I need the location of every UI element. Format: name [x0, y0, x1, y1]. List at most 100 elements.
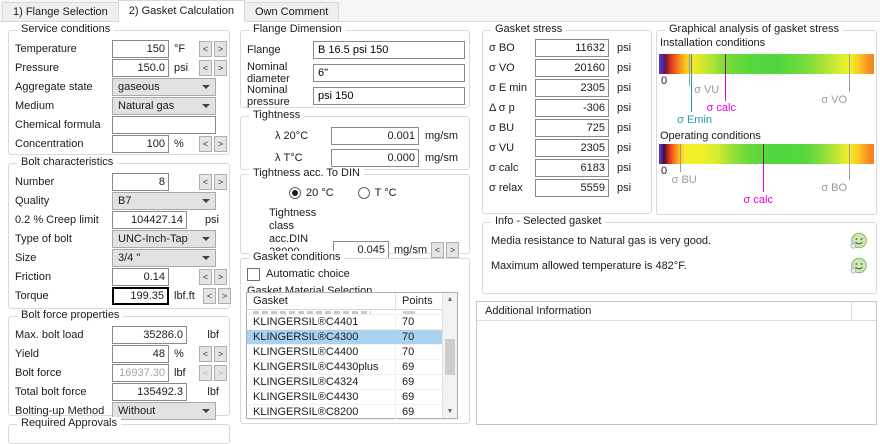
- yield-row: Yield % <>: [15, 344, 227, 363]
- operating-gradient-bar: [659, 144, 874, 164]
- spin-decrement-button[interactable]: <: [199, 173, 212, 190]
- partially-scrolled-row[interactable]: [247, 310, 457, 315]
- yield-input[interactable]: [112, 344, 169, 363]
- gasket-stress-title: Gasket stress: [491, 23, 567, 35]
- tab-flange-selection[interactable]: 1) Flange Selection: [2, 2, 119, 21]
- sigma-emin-input[interactable]: [535, 79, 609, 97]
- bolt-characteristics-group: Bolt characteristics Number <> Quality B…: [8, 156, 231, 309]
- sigma-relax-input[interactable]: [535, 179, 609, 197]
- type-of-bolt-select[interactable]: UNC-Inch-Tap: [112, 229, 216, 248]
- table-row[interactable]: KLINGERSIL®C4324 69: [247, 375, 457, 390]
- friction-input[interactable]: [112, 267, 169, 286]
- spin-decrement-button[interactable]: <: [199, 59, 212, 76]
- table-row[interactable]: KLINGERSIL®C4430 69: [247, 390, 457, 405]
- sigma-vu-input[interactable]: [535, 139, 609, 157]
- spin-increment-button[interactable]: >: [218, 287, 231, 304]
- pressure-stepper: < >: [199, 59, 227, 76]
- spin-decrement-button[interactable]: <: [199, 345, 212, 362]
- spin-increment-button[interactable]: >: [214, 345, 227, 362]
- temperature-input[interactable]: [112, 39, 169, 58]
- spin-increment-button[interactable]: >: [214, 59, 227, 76]
- graphical-analysis-title: Graphical analysis of gasket stress: [665, 23, 843, 35]
- zero-label: 0: [661, 75, 668, 87]
- spin-increment-button[interactable]: >: [446, 242, 459, 258]
- table-row[interactable]: KLINGERSIL®C4430plus 69: [247, 360, 457, 375]
- table-row-selected[interactable]: KLINGERSIL®C4300 70: [247, 330, 457, 345]
- chemical-formula-input[interactable]: [112, 115, 216, 134]
- quality-select[interactable]: B7: [112, 191, 216, 210]
- tightness-class-unit: mg/sm: [394, 244, 427, 256]
- scroll-down-icon[interactable]: ▼: [443, 405, 457, 418]
- aggregate-state-select[interactable]: gaseous: [112, 77, 216, 96]
- sigma-bo-input[interactable]: [535, 39, 609, 57]
- nominal-diameter-input[interactable]: [313, 64, 465, 82]
- smiley-thumbs-up-icon: [849, 257, 868, 283]
- table-row[interactable]: KLINGERSIL®C4400 70: [247, 345, 457, 360]
- sigma-calc-row: σ calc psi: [489, 159, 645, 177]
- sigma-vo-input[interactable]: [535, 59, 609, 77]
- table-row[interactable]: KLINGERSIL®C8200 69: [247, 405, 457, 420]
- spin-decrement-button[interactable]: <: [431, 242, 444, 258]
- creep-limit-unit: psi: [204, 213, 219, 226]
- radio-20c-label: 20 °C: [306, 187, 334, 199]
- creep-limit-label: 0.2 % Creep limit: [15, 213, 99, 226]
- spin-decrement-button[interactable]: <: [199, 268, 212, 285]
- creep-limit-row: 0.2 % Creep limit psi: [15, 210, 223, 229]
- lambda-t-input[interactable]: [331, 149, 419, 167]
- lambda-20-input[interactable]: [331, 127, 419, 145]
- bolting-up-method-select[interactable]: Without: [112, 401, 216, 420]
- scrollbar-thumb[interactable]: [445, 339, 455, 375]
- type-of-bolt-value: UNC-Inch-Tap: [118, 232, 188, 245]
- additional-information-header[interactable]: Additional Information: [477, 302, 876, 321]
- sigma-bu-input[interactable]: [535, 119, 609, 137]
- info-selected-gasket-group: Info - Selected gasket Media resistance …: [482, 215, 877, 294]
- temperature-row: Temperature °F <>: [15, 39, 227, 58]
- checkbox-unchecked-icon[interactable]: [247, 267, 260, 281]
- nominal-pressure-input[interactable]: [313, 87, 465, 105]
- spin-decrement-button[interactable]: <: [199, 135, 212, 152]
- smiley-thumbs-up-icon: [849, 232, 868, 258]
- spin-decrement-button[interactable]: <: [199, 40, 212, 57]
- size-select[interactable]: 3/4 ": [112, 248, 216, 267]
- table-row[interactable]: KLINGERSIL®C4401 70: [247, 315, 457, 330]
- medium-select[interactable]: Natural gas: [112, 96, 216, 115]
- max-bolt-load-input[interactable]: [112, 325, 187, 344]
- sigma-calc-input[interactable]: [535, 159, 609, 177]
- spin-increment-button[interactable]: >: [214, 173, 227, 190]
- radio-20c[interactable]: 20 °C: [289, 187, 334, 199]
- max-bolt-load-row: Max. bolt load lbf: [15, 325, 223, 344]
- chevron-down-icon: [202, 236, 210, 241]
- pressure-input[interactable]: [112, 58, 169, 77]
- creep-limit-input[interactable]: [112, 210, 187, 229]
- table-scrollbar[interactable]: ▲ ▼: [442, 293, 457, 418]
- nominal-diameter-row: Nominal diameter: [247, 61, 465, 85]
- chevron-down-icon: [202, 84, 210, 89]
- gasket-column-header[interactable]: Gasket: [247, 293, 396, 309]
- tab-gasket-calculation[interactable]: 2) Gasket Calculation: [117, 0, 245, 22]
- tab-own-comment[interactable]: Own Comment: [243, 2, 340, 21]
- scroll-up-icon[interactable]: ▲: [443, 293, 457, 306]
- torque-input[interactable]: [112, 286, 169, 305]
- spin-increment-button[interactable]: >: [214, 135, 227, 152]
- nominal-pressure-label: Nominal pressure: [247, 84, 290, 108]
- spin-decrement-button[interactable]: <: [203, 287, 216, 304]
- flange-input[interactable]: [313, 41, 465, 59]
- concentration-input[interactable]: [112, 134, 169, 153]
- installation-conditions-label: Installation conditions: [660, 37, 766, 49]
- delta-sigma-p-input[interactable]: [535, 99, 609, 117]
- spin-increment-button[interactable]: >: [214, 268, 227, 285]
- spin-increment-button[interactable]: >: [214, 40, 227, 57]
- sigma-bu-marker-label: σ BU: [671, 174, 697, 186]
- concentration-unit: %: [174, 137, 184, 150]
- radio-unselected-icon: [357, 187, 370, 199]
- radio-tc[interactable]: T °C: [357, 187, 397, 199]
- total-bolt-force-input[interactable]: [112, 382, 187, 401]
- radio-selected-icon: [289, 187, 301, 199]
- points-column-header[interactable]: Points: [396, 293, 433, 309]
- temperature-mode-radios: 20 °C T °C: [289, 186, 469, 200]
- tightness-group: Tightness λ 20°C mg/sm λ T°C mg/sm: [240, 109, 470, 170]
- concentration-row: Concentration % <>: [15, 134, 227, 153]
- automatic-choice-row[interactable]: Automatic choice: [247, 267, 463, 281]
- bolt-force-properties-group: Bolt force properties Max. bolt load lbf…: [8, 309, 230, 420]
- number-input[interactable]: [112, 172, 169, 191]
